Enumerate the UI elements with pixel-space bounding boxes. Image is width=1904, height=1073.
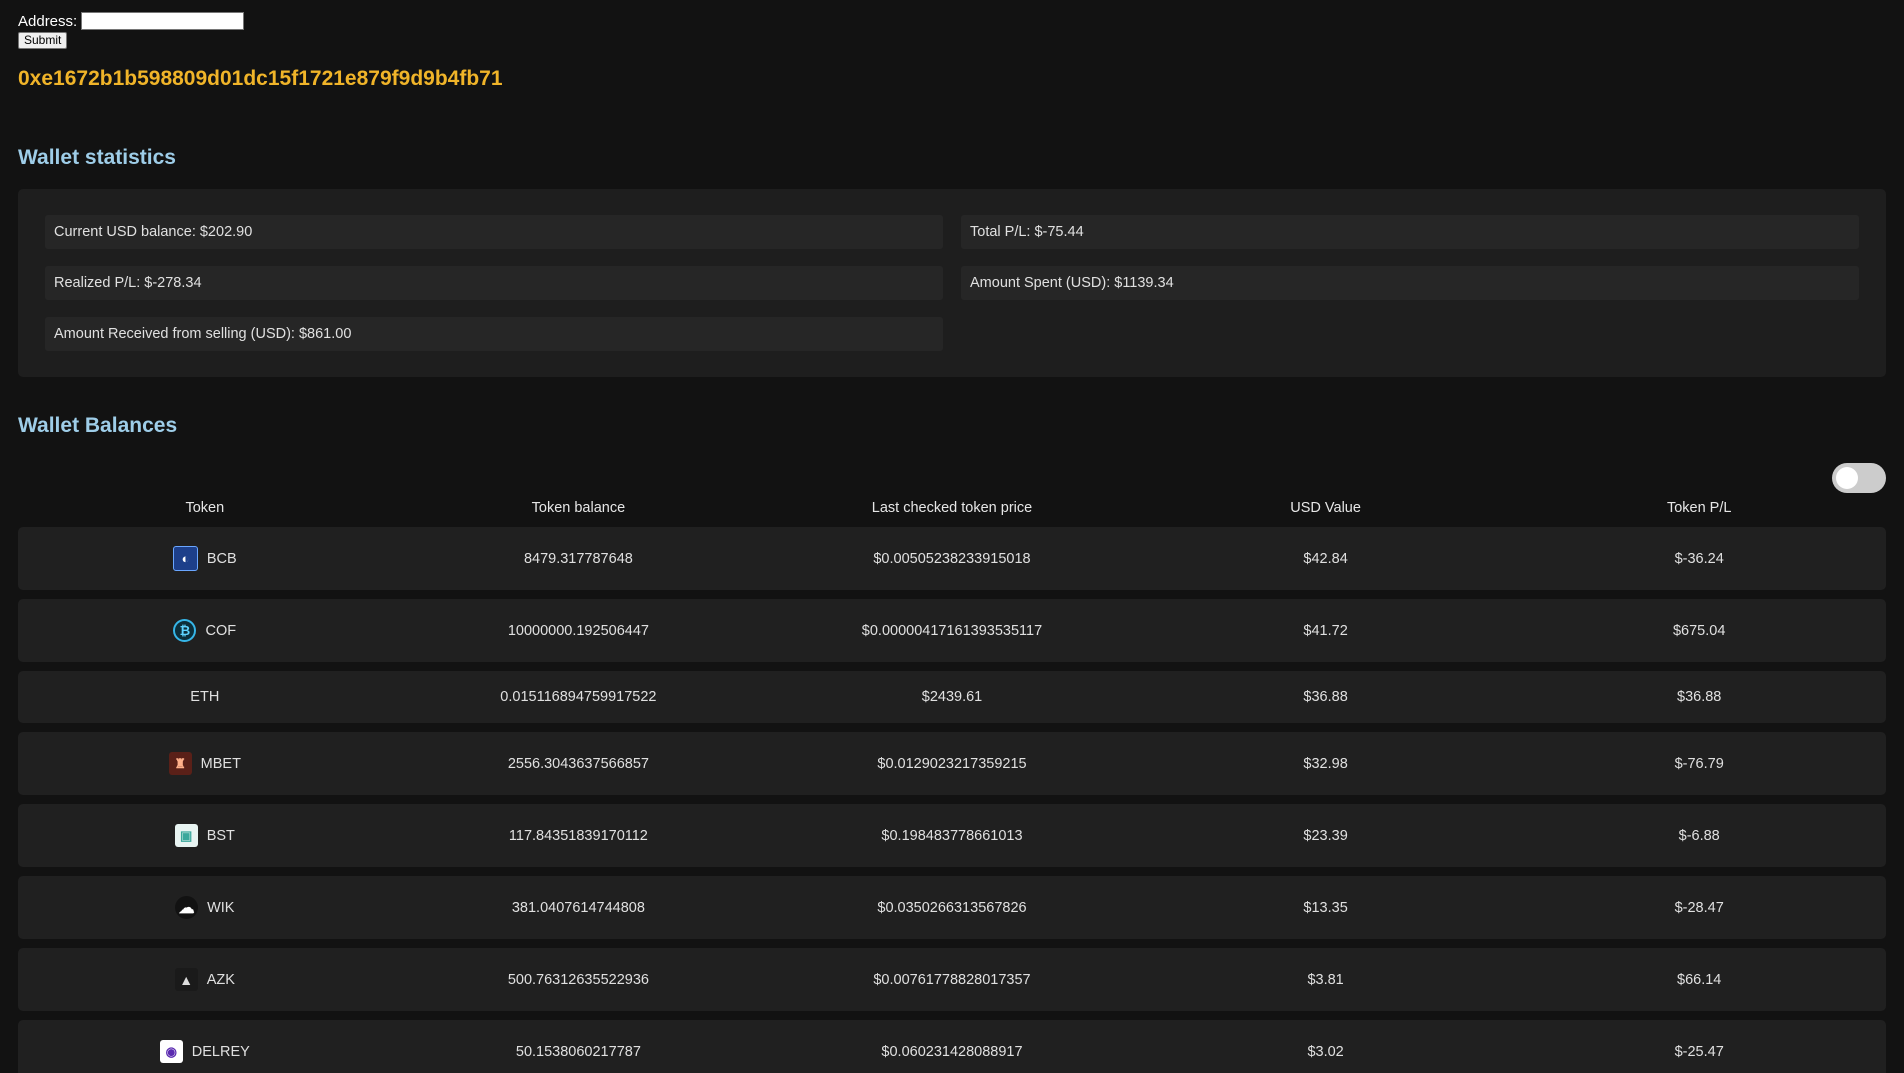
cof-icon: ₿ [173, 619, 197, 642]
token-pl: $-28.47 [1674, 899, 1724, 916]
view-toggle[interactable] [1832, 463, 1886, 493]
wallet-balances-title: Wallet Balances [18, 414, 178, 437]
toggle-knob [1836, 467, 1858, 489]
table-row: ₿ COF 10000000.192506447 $0.000004171613… [18, 599, 1886, 662]
token-symbol: MBET [200, 755, 241, 772]
usd-value: $41.72 [1303, 622, 1348, 639]
token-pl: $-76.79 [1674, 755, 1724, 772]
token-price: $2439.61 [921, 689, 983, 705]
token-balance: 381.0407614744808 [511, 899, 645, 916]
table-row: ◉ DELREY 50.1538060217787 $0.06023142808… [18, 1020, 1886, 1073]
header-token: Token [185, 500, 225, 516]
bst-icon: ▣ [174, 824, 198, 847]
table-row: ETH 0.015116894759917522 $2439.61 $36.88… [18, 671, 1886, 723]
table-row: ▲ AZK 500.76312635522936 $0.007617788280… [18, 948, 1886, 1011]
address-input[interactable] [81, 12, 245, 30]
usd-value: $32.98 [1303, 755, 1348, 772]
stat-amount-received: Amount Received from selling (USD): $861… [45, 317, 943, 351]
bcb-icon: ◐ [172, 546, 198, 571]
usd-value: $23.39 [1303, 827, 1348, 844]
table-row: ☁ WIK 381.0407614744808 $0.0350266313567… [18, 876, 1886, 939]
token-cell: ◐ BCB [18, 546, 392, 571]
token-price: $0.198483778661013 [881, 827, 1023, 844]
token-symbol: BST [206, 827, 235, 844]
table-row: ▣ BST 117.84351839170112 $0.198483778661… [18, 804, 1886, 867]
token-cell: ♜ MBET [18, 752, 392, 775]
token-price: $0.00000417161393535117 [861, 622, 1043, 639]
delrey-icon: ◉ [159, 1040, 183, 1063]
address-label: Address: [18, 12, 78, 30]
submit-button[interactable]: Submit [18, 32, 68, 49]
token-balance: 50.1538060217787 [515, 1043, 641, 1060]
address-row: Address: [18, 12, 1886, 30]
token-symbol: BCB [206, 550, 237, 567]
address-form: Address: Submit [18, 0, 1886, 49]
token-cell: ◉ DELREY [18, 1040, 392, 1063]
token-balance: 0.015116894759917522 [500, 689, 657, 705]
token-symbol: COF [205, 622, 237, 639]
usd-value: $42.84 [1303, 550, 1348, 567]
token-balance: 500.76312635522936 [507, 971, 649, 988]
stat-total-pl: Total P/L: $-75.44 [961, 215, 1859, 249]
token-price: $0.00505238233915018 [873, 550, 1031, 567]
usd-value: $3.02 [1307, 1043, 1344, 1060]
token-balance: 117.84351839170112 [508, 827, 648, 844]
header-token-pl: Token P/L [1666, 500, 1732, 516]
header-usd-value: USD Value [1290, 500, 1361, 516]
token-pl: $36.88 [1677, 689, 1722, 705]
usd-value: $3.81 [1307, 971, 1344, 988]
token-pl: $-25.47 [1674, 1043, 1724, 1060]
wallet-address: 0xe1672b1b598809d01dc15f1721e879f9d9b4fb… [18, 67, 503, 90]
header-token-balance: Token balance [531, 500, 626, 516]
token-balance: 8479.317787648 [523, 550, 633, 567]
azk-icon: ▲ [174, 968, 198, 991]
token-price: $0.00761778828017357 [873, 971, 1031, 988]
stat-amount-spent: Amount Spent (USD): $1139.34 [961, 266, 1859, 300]
wallet-statistics-panel: Current USD balance: $202.90 Total P/L: … [18, 189, 1886, 377]
stat-realized-pl: Realized P/L: $-278.34 [45, 266, 943, 300]
table-row: ♜ MBET 2556.3043637566857 $0.01290232173… [18, 732, 1886, 795]
table-row: ◐ BCB 8479.317787648 $0.0050523823391501… [18, 527, 1886, 590]
token-symbol: DELREY [191, 1043, 250, 1060]
token-cell: ▲ AZK [18, 968, 392, 991]
header-last-price: Last checked token price [871, 500, 1033, 516]
token-pl: $-36.24 [1674, 550, 1724, 567]
page: Address: Submit 0xe1672b1b598809d01dc15f… [0, 0, 1904, 1073]
token-cell: ETH [18, 689, 392, 705]
token-balance: 10000000.192506447 [507, 622, 649, 639]
table-header: Token Token balance Last checked token p… [18, 498, 1886, 518]
usd-value: $13.35 [1303, 899, 1348, 916]
view-toggle-wrapper [1832, 463, 1886, 493]
token-symbol: WIK [207, 899, 235, 916]
token-symbol: ETH [190, 689, 220, 705]
token-price: $0.0350266313567826 [877, 899, 1027, 916]
token-cell: ☁ WIK [18, 896, 392, 919]
stat-current-usd-balance: Current USD balance: $202.90 [45, 215, 943, 249]
token-pl: $675.04 [1672, 622, 1726, 639]
token-price: $0.0129023217359215 [877, 755, 1027, 772]
token-cell: ▣ BST [18, 824, 392, 847]
token-balance: 2556.3043637566857 [507, 755, 649, 772]
token-pl: $66.14 [1677, 971, 1722, 988]
token-price: $0.060231428088917 [881, 1043, 1023, 1060]
token-symbol: AZK [206, 971, 235, 988]
token-cell: ₿ COF [18, 619, 392, 642]
wik-icon: ☁ [175, 896, 199, 919]
token-pl: $-6.88 [1678, 827, 1720, 844]
mbet-icon: ♜ [168, 752, 192, 775]
wallet-statistics-title: Wallet statistics [18, 146, 176, 169]
usd-value: $36.88 [1303, 689, 1348, 705]
balances-table: Token Token balance Last checked token p… [18, 498, 1886, 1073]
